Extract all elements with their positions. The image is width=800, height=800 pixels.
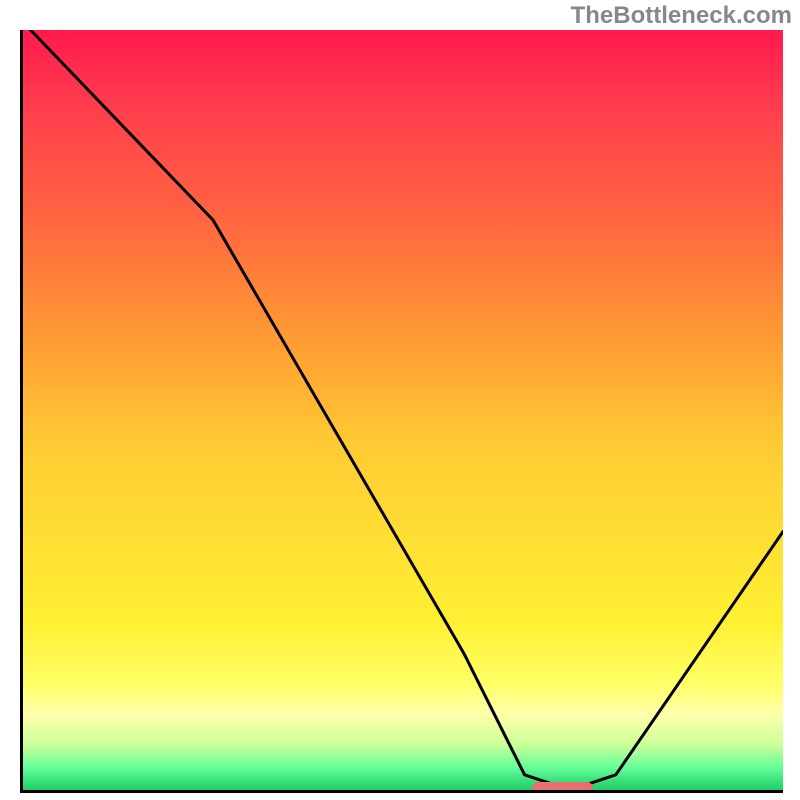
bottleneck-curve	[23, 30, 783, 790]
optimal-range-marker	[532, 782, 593, 793]
watermark-text: TheBottleneck.com	[571, 2, 792, 30]
chart-container: TheBottleneck.com	[0, 0, 800, 800]
plot-area	[20, 30, 783, 793]
